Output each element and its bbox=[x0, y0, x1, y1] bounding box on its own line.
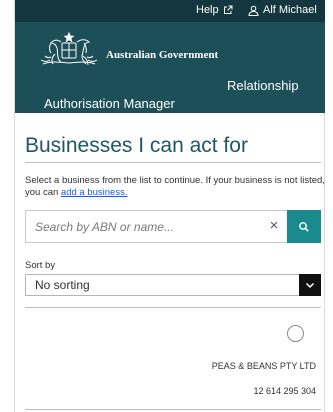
list-top-divider bbox=[25, 307, 321, 308]
help-label: Help bbox=[196, 4, 219, 16]
external-link-icon bbox=[223, 5, 233, 14]
search-icon bbox=[299, 221, 309, 232]
top-bar: Help Alf Michael bbox=[15, 0, 325, 22]
government-title: Australian Government bbox=[106, 49, 219, 61]
add-business-link[interactable]: add a business. bbox=[61, 187, 128, 198]
user-menu[interactable]: Alf Michael bbox=[248, 4, 317, 16]
search-field: × bbox=[25, 210, 287, 243]
app-title-line1: Relationship bbox=[227, 78, 299, 93]
sort-dropdown-button[interactable] bbox=[299, 274, 321, 296]
search-button[interactable] bbox=[287, 210, 321, 243]
clear-search-button[interactable]: × bbox=[265, 217, 283, 235]
business-name: PEAS & BEANS PTY LTD bbox=[211, 361, 316, 371]
coat-of-arms-icon bbox=[40, 31, 98, 66]
list-bottom-divider bbox=[25, 409, 321, 410]
business-abn: 12 614 295 304 bbox=[253, 386, 316, 396]
sort-label: Sort by bbox=[25, 260, 56, 271]
search-input[interactable] bbox=[26, 211, 256, 242]
right-frame bbox=[324, 0, 333, 412]
chevron-down-icon bbox=[305, 282, 315, 288]
user-icon bbox=[248, 5, 259, 16]
business-select-radio[interactable] bbox=[287, 325, 304, 342]
sort-select[interactable]: No sorting bbox=[25, 274, 321, 296]
app-title-line2: Authorisation Manager bbox=[44, 96, 175, 111]
title-divider bbox=[25, 162, 321, 163]
site-header: Help Alf Michael Australian Government R… bbox=[15, 0, 325, 113]
page-title: Businesses I can act for bbox=[25, 134, 248, 157]
sort-selected-value: No sorting bbox=[35, 278, 90, 292]
help-link[interactable]: Help bbox=[196, 4, 233, 16]
intro-text: Select a business from the list to conti… bbox=[25, 175, 325, 199]
user-name: Alf Michael bbox=[263, 4, 317, 16]
left-frame bbox=[0, 0, 15, 412]
